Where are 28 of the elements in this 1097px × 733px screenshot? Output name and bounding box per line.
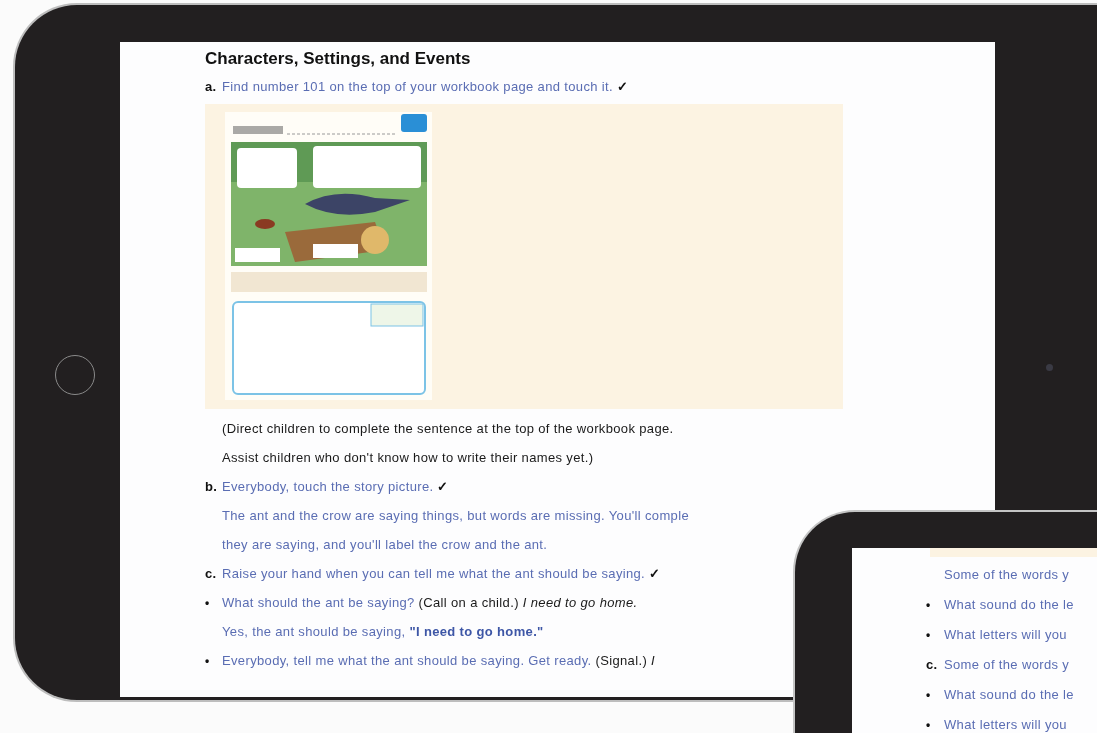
list-marker: • bbox=[205, 654, 210, 668]
instruction-text: The ant and the crow are saying things, but words are missing. You'll comple bbox=[222, 508, 689, 523]
instruction-text: Everybody, touch the story picture. ✓ bbox=[222, 479, 449, 494]
list-marker: b. bbox=[205, 479, 218, 494]
list-marker: • bbox=[926, 688, 931, 702]
list-marker: • bbox=[205, 596, 210, 610]
instruction-text: Yes, the ant should be saying, "I need to go home." bbox=[222, 624, 544, 639]
list-marker: • bbox=[926, 628, 931, 642]
camera-icon bbox=[1046, 364, 1053, 371]
list-marker: a. bbox=[205, 79, 217, 94]
instruction-text: Everybody, tell me what the ant should be saying. Get ready. (Signal.) I bbox=[222, 653, 655, 668]
list-marker: c. bbox=[205, 566, 217, 581]
instruction-text: Some of the words y bbox=[944, 567, 1070, 582]
section-heading: Characters, Settings, and Events bbox=[205, 49, 472, 70]
instruction-text: What sound do the le bbox=[944, 597, 1074, 612]
instruction-text: What letters will you bbox=[944, 717, 1067, 732]
instruction-text: What sound do the le bbox=[944, 687, 1074, 702]
list-marker: • bbox=[926, 718, 931, 732]
instruction-text: Raise your hand when you can tell me what the ant should be saying. ✓ bbox=[222, 566, 661, 581]
instruction-text: Some of the words y bbox=[944, 657, 1070, 672]
instruction-text: What letters will you bbox=[944, 627, 1067, 642]
instruction-text: What should the ant be saying? (Call on a child.) I need to go home. bbox=[222, 595, 638, 610]
list-marker: c. bbox=[926, 657, 938, 672]
list-marker: • bbox=[926, 598, 931, 612]
instruction-text: they are saying, and you'll label the crow and the ant. bbox=[222, 537, 548, 552]
instruction-text: Assist children who don't know how to write their names yet.) bbox=[222, 450, 594, 465]
instruction-text: Find number 101 on the top of your workbook page and touch it. ✓ bbox=[222, 79, 629, 94]
instruction-text: (Direct children to complete the sentence at the top of the workbook page. bbox=[222, 421, 674, 436]
